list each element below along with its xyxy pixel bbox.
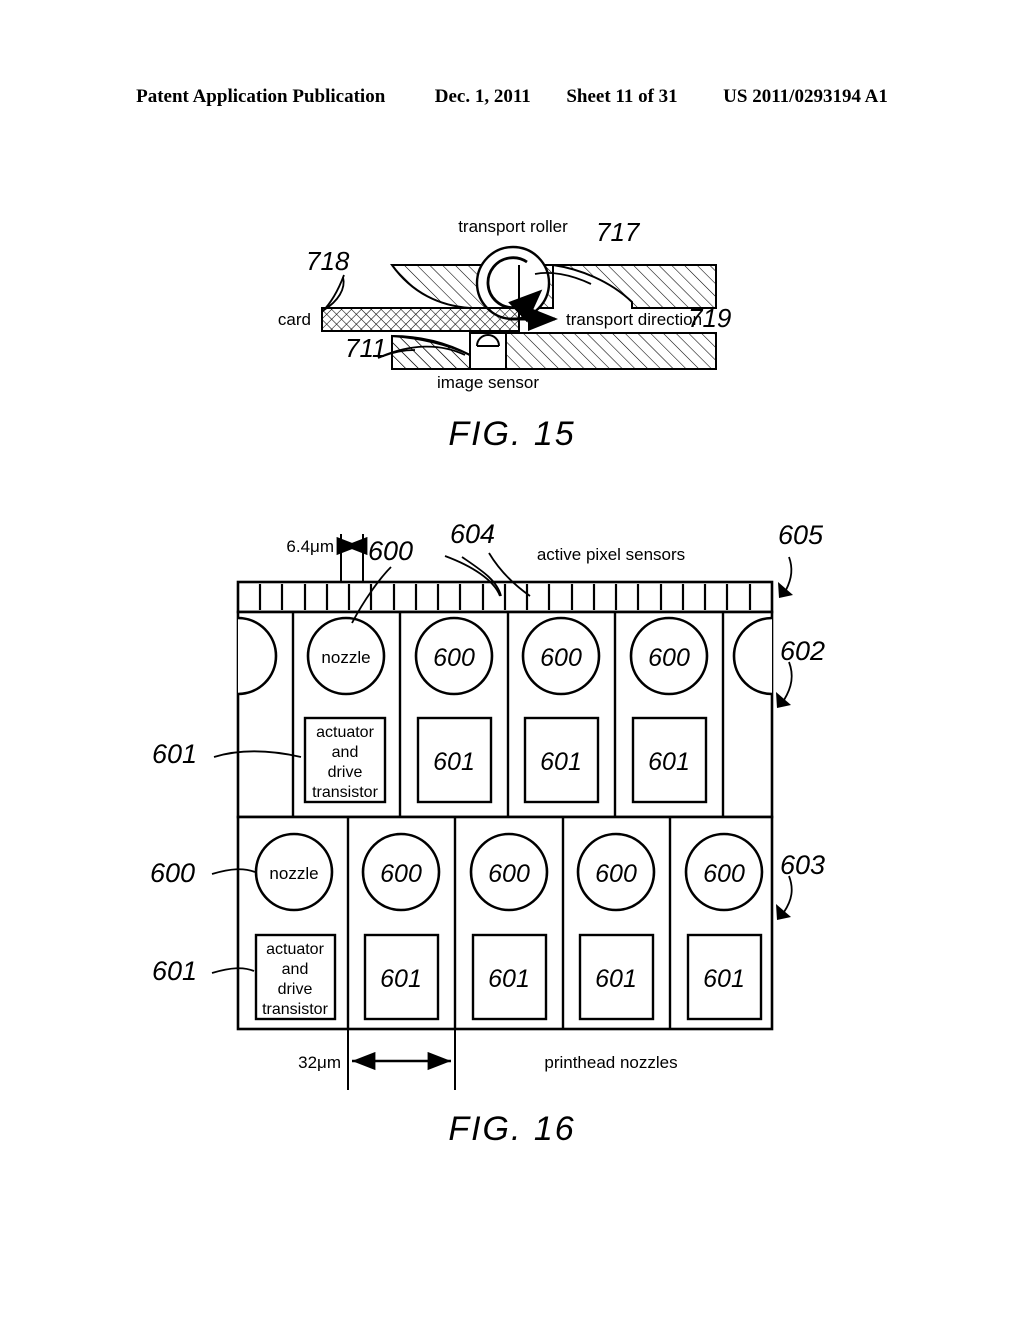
ref-603: 603 bbox=[780, 850, 825, 880]
ref-719: 719 bbox=[688, 303, 731, 333]
nozzle-ref-label: 600 bbox=[703, 860, 745, 888]
fig15-upper-right-body bbox=[552, 264, 717, 309]
nozzle-ref-label: 600 bbox=[595, 860, 637, 888]
active-pixel-sensors-label: active pixel sensors bbox=[537, 545, 685, 564]
printhead-nozzles-label: printhead nozzles bbox=[544, 1053, 677, 1072]
pitch-6-4um-label: 6.4μm bbox=[286, 537, 334, 556]
nozzle-ref-label: 600 bbox=[380, 860, 422, 888]
ref-717: 717 bbox=[596, 217, 641, 247]
nozzle-ref-label: 600 bbox=[433, 644, 475, 672]
patent-header: Patent Application Publication Dec. 1, 2… bbox=[0, 86, 1024, 108]
actuator-ref-label: 601 bbox=[595, 965, 637, 993]
card-label: card bbox=[278, 310, 311, 329]
ref-601-upper: 601 bbox=[152, 739, 197, 769]
actuator-ref-label: 601 bbox=[488, 965, 530, 993]
pitch-32um-dimension: 32μm bbox=[298, 1029, 456, 1090]
transport-roller-label: transport roller bbox=[458, 217, 568, 236]
nozzle-label: nozzle bbox=[269, 864, 318, 883]
ref-718: 718 bbox=[306, 246, 350, 276]
actuator-ref-label: 601 bbox=[703, 965, 745, 993]
transport-direction-label: transport direction bbox=[566, 310, 702, 329]
pitch-6-4um-dimension: 6.4μm bbox=[286, 534, 368, 582]
ref-605: 605 bbox=[778, 520, 824, 550]
fig15-caption: FIG. 15 bbox=[448, 415, 576, 453]
actuator-label-line2: and bbox=[332, 744, 359, 761]
fig16-caption: FIG. 16 bbox=[448, 1110, 576, 1148]
actuator-label-line4: transistor bbox=[312, 784, 378, 801]
active-pixel-sensor-strip bbox=[236, 580, 774, 614]
nozzle-ref-label: 600 bbox=[488, 860, 530, 888]
figure-16: nozzle actuator and drive transistor 600… bbox=[0, 510, 1024, 1190]
ref-600-top: 600 bbox=[368, 536, 413, 566]
header-publication: Patent Application Publication bbox=[136, 86, 386, 107]
ref-711: 711 bbox=[345, 333, 386, 363]
actuator-label-line1: actuator bbox=[316, 724, 374, 741]
ref-600-lower: 600 bbox=[150, 858, 195, 888]
actuator-label-line1: actuator bbox=[266, 941, 324, 958]
nozzle-label: nozzle bbox=[321, 648, 370, 667]
fig15-lower-right-body bbox=[504, 332, 717, 370]
actuator-label-line4: transistor bbox=[262, 1001, 328, 1018]
ref-604: 604 bbox=[450, 519, 495, 549]
image-sensor-label: image sensor bbox=[437, 373, 539, 392]
pitch-32um-label: 32μm bbox=[298, 1053, 341, 1072]
actuator-ref-label: 601 bbox=[648, 748, 690, 776]
nozzle-ref-label: 600 bbox=[540, 644, 582, 672]
ref-602: 602 bbox=[780, 636, 825, 666]
actuator-ref-label: 601 bbox=[380, 965, 422, 993]
image-sensor-element bbox=[469, 332, 507, 370]
ref-601-lower: 601 bbox=[152, 956, 197, 986]
actuator-label-line2: and bbox=[282, 961, 309, 978]
header-patent-number: US 2011/0293194 A1 bbox=[723, 86, 888, 107]
nozzle-ref-label: 600 bbox=[648, 644, 690, 672]
actuator-ref-label: 601 bbox=[433, 748, 475, 776]
actuator-ref-label: 601 bbox=[540, 748, 582, 776]
header-date: Dec. 1, 2011 bbox=[434, 86, 531, 107]
card-bar bbox=[321, 307, 520, 332]
actuator-label-line3: drive bbox=[328, 764, 363, 781]
header-sheet: Sheet 11 of 31 bbox=[566, 86, 678, 107]
actuator-label-line3: drive bbox=[278, 981, 313, 998]
